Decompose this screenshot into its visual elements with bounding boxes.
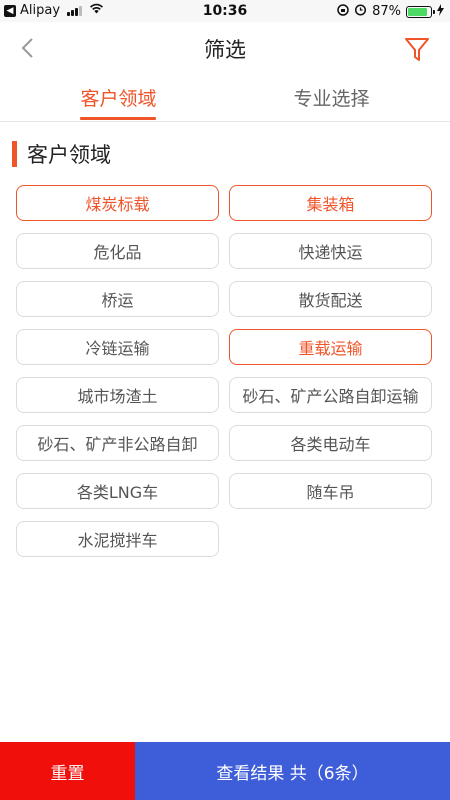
tab-profession-select[interactable]: 专业选择 (219, 84, 444, 111)
status-bar: ◀ Alipay 10:36 87% (0, 0, 450, 22)
tab-bar: 客户领域 专业选择 (0, 74, 450, 122)
nav-bar: 筛选 (0, 22, 450, 74)
option-chip[interactable]: 冷链运输 (16, 329, 219, 365)
section-title: 客户领域 (27, 143, 111, 167)
option-chip[interactable]: 危化品 (16, 233, 219, 269)
charging-icon (437, 3, 444, 20)
option-chip[interactable]: 水泥搅拌车 (16, 521, 219, 557)
section-accent-bar (12, 141, 17, 167)
page-title: 筛选 (204, 38, 246, 62)
option-chip[interactable]: 快递快运 (229, 233, 432, 269)
reset-button[interactable]: 重置 (0, 742, 135, 800)
section-header: 客户领域 (12, 140, 111, 168)
battery-fill (408, 7, 428, 16)
option-chip[interactable]: 随车吊 (229, 473, 432, 509)
view-results-button[interactable]: 查看结果 共（6条） (135, 742, 450, 800)
option-chip[interactable]: 散货配送 (229, 281, 432, 317)
option-chip[interactable]: 煤炭标载 (16, 185, 219, 221)
alarm-icon (354, 3, 367, 20)
option-chip[interactable]: 各类电动车 (229, 425, 432, 461)
filter-button[interactable] (404, 36, 430, 64)
bottom-action-bar: 重置 查看结果 共（6条） (0, 742, 450, 800)
active-tab-indicator (80, 117, 156, 120)
option-chip[interactable]: 桥运 (16, 281, 219, 317)
option-chip[interactable]: 城市场渣土 (16, 377, 219, 413)
battery-percent: 87% (372, 4, 401, 19)
tab-customer-field[interactable]: 客户领域 (6, 84, 231, 111)
battery-icon (406, 5, 435, 18)
option-chip[interactable]: 集装箱 (229, 185, 432, 221)
option-chip[interactable]: 重载运输 (229, 329, 432, 365)
funnel-icon (405, 38, 429, 61)
option-chip[interactable]: 砂石、矿产非公路自卸 (16, 425, 219, 461)
lock-rotation-icon (337, 3, 349, 20)
status-right: 87% (337, 3, 444, 20)
option-chip[interactable]: 砂石、矿产公路自卸运输 (229, 377, 432, 413)
option-chip[interactable]: 各类LNG车 (16, 473, 219, 509)
